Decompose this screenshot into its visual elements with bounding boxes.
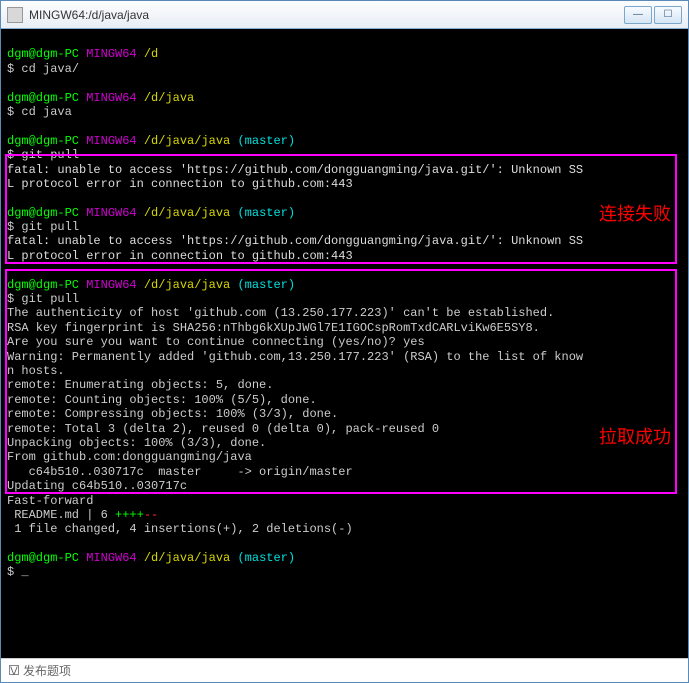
minimize-button[interactable]: — [624,6,652,24]
cmd-cd-java-slash: cd java/ [21,62,79,76]
output-line: From github.com:dongguangming/java [7,450,252,464]
prompt-path: /d/java/java [144,278,230,292]
output-line: remote: Enumerating objects: 5, done. [7,378,273,392]
output-line: Updating c64b510..030717c [7,479,187,493]
prompt-user: dgm@dgm-PC [7,551,79,565]
output-line: remote: Total 3 (delta 2), reused 0 (del… [7,422,439,436]
prompt-branch: (master) [237,551,295,565]
output-line: README.md | 6 [7,508,115,522]
prompt-path: /d [144,47,158,61]
error-line: L protocol error in connection to github… [7,177,353,191]
output-line: Unpacking objects: 100% (3/3), done. [7,436,266,450]
tree-toggle-icon[interactable]: ⋁ [9,665,19,675]
prompt-user: dgm@dgm-PC [7,47,79,61]
prompt-shell: MINGW64 [86,551,136,565]
error-line: fatal: unable to access 'https://github.… [7,234,583,248]
prompt-shell: MINGW64 [86,47,136,61]
terminal-output[interactable]: dgm@dgm-PC MINGW64 /d $ cd java/ dgm@dgm… [1,29,688,658]
prompt-path: /d/java [144,91,194,105]
cursor: _ [21,565,28,579]
error-line: fatal: unable to access 'https://github.… [7,163,583,177]
output-line: c64b510..030717c master -> origin/master [7,465,353,479]
prompt-user: dgm@dgm-PC [7,134,79,148]
output-line: 1 file changed, 4 insertions(+), 2 delet… [7,522,353,536]
prompt-branch: (master) [237,134,295,148]
prompt-dollar: $ [7,292,14,306]
output-line: remote: Counting objects: 100% (5/5), do… [7,393,317,407]
cmd-cd-java: cd java [21,105,71,119]
prompt-shell: MINGW64 [86,278,136,292]
output-line: RSA key fingerprint is SHA256:nThbg6kXUp… [7,321,540,335]
app-icon [7,7,23,23]
window-title: MINGW64:/d/java/java [29,8,149,22]
prompt-user: dgm@dgm-PC [7,278,79,292]
output-line: remote: Compressing objects: 100% (3/3),… [7,407,338,421]
output-line: The authenticity of host 'github.com (13… [7,306,554,320]
prompt-branch: (master) [237,206,295,220]
window-frame: MINGW64:/d/java/java — ☐ dgm@dgm-PC MING… [0,0,689,683]
prompt-dollar: $ [7,105,14,119]
prompt-user: dgm@dgm-PC [7,91,79,105]
prompt-shell: MINGW64 [86,91,136,105]
maximize-button[interactable]: ☐ [654,6,682,24]
prompt-dollar: $ [7,148,14,162]
diff-plus: ++++ [115,508,144,522]
prompt-dollar: $ [7,220,14,234]
cmd-git-pull: git pull [21,292,79,306]
output-line: n hosts. [7,364,65,378]
output-line: Are you sure you want to continue connec… [7,335,425,349]
diff-minus: -- [144,508,158,522]
prompt-user: dgm@dgm-PC [7,206,79,220]
error-line: L protocol error in connection to github… [7,249,353,263]
annotation-fail: 连接失败 [599,204,671,226]
prompt-shell: MINGW64 [86,206,136,220]
output-line: Fast-forward [7,494,93,508]
prompt-path: /d/java/java [144,551,230,565]
prompt-shell: MINGW64 [86,134,136,148]
prompt-path: /d/java/java [144,134,230,148]
cmd-git-pull: git pull [21,220,79,234]
prompt-branch: (master) [237,278,295,292]
prompt-path: /d/java/java [144,206,230,220]
footer-bar: ⋁ 发布题项 [1,658,688,682]
cmd-git-pull: git pull [21,148,79,162]
titlebar[interactable]: MINGW64:/d/java/java — ☐ [1,1,688,29]
output-line: Warning: Permanently added 'github.com,1… [7,350,583,364]
prompt-dollar: $ [7,565,14,579]
prompt-dollar: $ [7,62,14,76]
annotation-success: 拉取成功 [599,427,671,449]
footer-text: 发布题项 [23,662,71,679]
